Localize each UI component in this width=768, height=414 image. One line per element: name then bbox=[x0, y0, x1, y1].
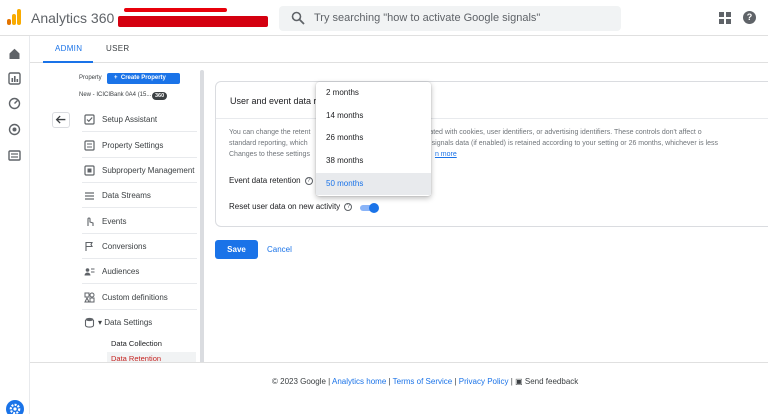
menu-item-data-settings[interactable]: ▾ Data Settings bbox=[82, 311, 197, 335]
retention-description: You can change the retent is associated w… bbox=[229, 127, 768, 160]
menu-item-label: Property Settings bbox=[102, 141, 164, 150]
dropdown-option[interactable]: 38 months bbox=[316, 150, 431, 172]
property-label: Property bbox=[79, 75, 102, 81]
database-icon bbox=[84, 317, 95, 328]
menu-item-label: Data Streams bbox=[102, 191, 151, 200]
dropdown-option-selected[interactable]: 50 months bbox=[316, 173, 431, 195]
plus-icon: + bbox=[114, 75, 118, 81]
dropdown-option[interactable]: 26 months bbox=[316, 127, 431, 149]
tab-user[interactable]: USER bbox=[106, 44, 129, 53]
menu-item-label: Subproperty Management bbox=[102, 166, 195, 175]
menu-item-label: Conversions bbox=[102, 242, 147, 251]
configure-icon[interactable] bbox=[8, 149, 21, 162]
menu-item-data-streams[interactable]: Data Streams bbox=[82, 184, 197, 208]
learn-more-link[interactable]: n more bbox=[435, 151, 457, 158]
send-feedback-link[interactable]: Send feedback bbox=[525, 377, 578, 386]
subproperty-icon bbox=[84, 165, 95, 176]
back-button[interactable] bbox=[52, 112, 70, 128]
tab-admin[interactable]: ADMIN bbox=[55, 44, 82, 53]
arrow-left-icon bbox=[55, 115, 66, 124]
menu-item-label: Setup Assistant bbox=[102, 115, 158, 124]
search-input[interactable]: Try searching "how to activate Google si… bbox=[279, 6, 621, 31]
menu-item-label: Data Settings bbox=[104, 318, 153, 327]
event-retention-label: Event data retention bbox=[229, 176, 301, 185]
event-retention-row: Event data retention ? bbox=[229, 176, 313, 185]
left-nav-rail bbox=[0, 36, 30, 414]
menu-item-subproperty-management[interactable]: Subproperty Management bbox=[82, 159, 197, 183]
desc-line2-b: oogle signals data (if enabled) is retai… bbox=[412, 140, 719, 147]
home-icon[interactable] bbox=[8, 47, 21, 60]
touch-icon bbox=[87, 217, 94, 226]
privacy-policy-link[interactable]: Privacy Policy bbox=[459, 377, 509, 386]
dropdown-option[interactable]: 2 months bbox=[316, 82, 431, 104]
settings-panel-icon bbox=[84, 140, 95, 151]
event-retention-dropdown: 2 months 14 months 26 months 38 months 5… bbox=[316, 82, 431, 196]
footer-text: © 2023 Google | Analytics home | Terms o… bbox=[272, 377, 578, 386]
account-selector[interactable] bbox=[118, 6, 270, 30]
desc-line3: Changes to these settings bbox=[229, 151, 310, 158]
card-header: User and event data re bbox=[216, 82, 768, 119]
admin-tabs: ADMIN USER bbox=[30, 36, 768, 63]
desc-line1-b: is associated with cookies, user identif… bbox=[402, 129, 702, 136]
reset-user-data-toggle[interactable] bbox=[359, 203, 379, 213]
create-property-label: Create Property bbox=[120, 75, 166, 81]
footer-copyright: © 2023 Google | bbox=[272, 377, 333, 386]
admin-gear-icon[interactable] bbox=[6, 400, 24, 414]
help-circle-icon[interactable]: ? bbox=[304, 176, 313, 185]
search-icon bbox=[291, 11, 305, 25]
help-circle-icon[interactable]: ? bbox=[344, 202, 353, 211]
active-tab-indicator bbox=[43, 61, 93, 63]
analytics-logo-icon[interactable] bbox=[7, 9, 21, 25]
property-360-badge: 360 bbox=[152, 92, 168, 100]
app-title: Analytics 360 bbox=[31, 10, 115, 26]
footer: © 2023 Google | Analytics home | Terms o… bbox=[30, 362, 768, 414]
caret-down-icon: ▾ bbox=[98, 318, 103, 327]
desc-line2: standard reporting, which bbox=[229, 140, 308, 147]
terms-of-service-link[interactable]: Terms of Service bbox=[393, 377, 453, 386]
apps-grid-icon[interactable] bbox=[719, 12, 731, 24]
help-icon[interactable]: ? bbox=[743, 11, 756, 24]
cancel-button[interactable]: Cancel bbox=[267, 245, 292, 254]
top-bar: Analytics 360 Try searching "how to acti… bbox=[0, 0, 768, 36]
menu-item-setup-assistant[interactable]: Setup Assistant bbox=[82, 108, 197, 132]
create-property-button[interactable]: + Create Property bbox=[107, 73, 180, 84]
dropdown-option[interactable]: 14 months bbox=[316, 105, 431, 127]
save-button[interactable]: Save bbox=[215, 240, 258, 259]
analytics-home-link[interactable]: Analytics home bbox=[332, 377, 386, 386]
menu-item-property-settings[interactable]: Property Settings bbox=[82, 134, 197, 158]
flag-icon bbox=[85, 241, 93, 251]
reset-user-data-label: Reset user data on new activity bbox=[229, 202, 341, 211]
explore-icon[interactable] bbox=[8, 97, 21, 110]
property-column-scrollbar[interactable] bbox=[200, 70, 204, 365]
menu-item-events[interactable]: Events bbox=[82, 210, 197, 234]
menu-item-label: Events bbox=[102, 217, 127, 226]
audiences-icon bbox=[84, 268, 95, 276]
data-streams-icon bbox=[85, 192, 94, 200]
property-selector[interactable]: New - ICICIBank 0A4 (15... bbox=[79, 92, 151, 98]
menu-item-conversions[interactable]: Conversions bbox=[82, 235, 197, 259]
submenu-data-collection[interactable]: Data Collection bbox=[107, 337, 196, 351]
search-placeholder: Try searching "how to activate Google si… bbox=[314, 12, 541, 24]
feedback-icon: ▣ bbox=[515, 377, 523, 386]
advertising-icon[interactable] bbox=[8, 123, 21, 136]
menu-item-label: Audiences bbox=[102, 267, 140, 276]
menu-item-audiences[interactable]: Audiences bbox=[82, 260, 197, 284]
reset-user-data-row: Reset user data on new activity ? bbox=[229, 202, 353, 211]
checkbox-icon bbox=[84, 114, 95, 125]
desc-line1: You can change the retent bbox=[229, 129, 311, 136]
custom-definitions-icon bbox=[84, 292, 95, 303]
card-title: User and event data re bbox=[230, 96, 322, 106]
menu-item-custom-definitions[interactable]: Custom definitions bbox=[82, 286, 197, 310]
data-retention-card: User and event data re You can change th… bbox=[215, 81, 768, 227]
reports-icon[interactable] bbox=[8, 72, 21, 85]
menu-item-label: Custom definitions bbox=[102, 293, 168, 302]
